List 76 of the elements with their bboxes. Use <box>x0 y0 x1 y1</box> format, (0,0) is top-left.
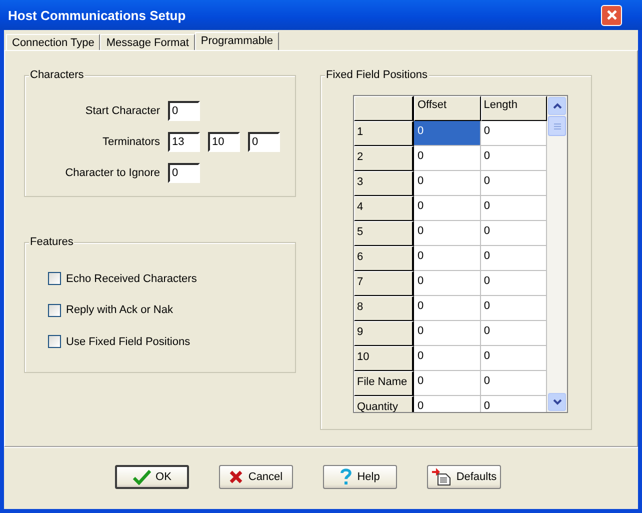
table-cell[interactable]: 0 <box>414 221 481 246</box>
checkbox[interactable] <box>48 304 61 317</box>
row-header: 8 <box>354 296 414 321</box>
table-cell[interactable]: 0 <box>414 246 481 271</box>
caret-up-icon <box>552 103 562 109</box>
help-icon <box>340 468 352 486</box>
dialog-button[interactable]: Cancel <box>219 464 293 488</box>
row-header: 7 <box>354 271 414 296</box>
tab[interactable]: Programmable <box>194 32 280 50</box>
table-cell[interactable]: 0 <box>480 146 548 171</box>
checkbox-label: Reply with Ack or Nak <box>66 304 173 316</box>
table-cell[interactable]: 0 <box>414 296 481 321</box>
scroll-thumb[interactable] <box>548 116 566 136</box>
scroll-up-button[interactable] <box>548 97 566 115</box>
column-header: Offset <box>414 96 481 121</box>
table-cell[interactable]: 0 <box>414 171 481 196</box>
row-header: 4 <box>354 196 414 221</box>
checkbox-label: Use Fixed Field Positions <box>66 336 190 348</box>
dialog-button[interactable]: OK <box>115 464 189 488</box>
column-header: Length <box>480 96 548 121</box>
table-cell[interactable]: 0 <box>414 346 481 371</box>
field-label: Character to Ignore <box>64 166 160 178</box>
checkmark-icon <box>132 468 151 484</box>
table-cell[interactable]: 0 <box>414 121 481 146</box>
row-header: 9 <box>354 321 414 346</box>
row-header: 3 <box>354 171 414 196</box>
table-cell[interactable]: 0 <box>480 221 548 246</box>
row-header: Quantity <box>354 396 414 412</box>
field-label: Start Character <box>84 104 160 116</box>
table-cell[interactable]: 0 <box>480 121 548 146</box>
caret-down-icon <box>552 399 562 405</box>
input-field[interactable]: 0 <box>168 100 200 120</box>
table-cell[interactable]: 0 <box>480 371 548 396</box>
table-cell[interactable]: 0 <box>414 371 481 396</box>
checkbox[interactable] <box>48 335 61 348</box>
document-arrow-icon <box>431 468 452 486</box>
table-cell[interactable]: 0 <box>480 296 548 321</box>
row-header: 2 <box>354 146 414 171</box>
table-cell[interactable]: 0 <box>480 171 548 196</box>
table-cell[interactable]: 0 <box>480 246 548 271</box>
row-header: File Name <box>354 371 414 396</box>
window-title: Host Communications Setup <box>8 8 186 22</box>
scroll-down-button[interactable] <box>548 393 566 411</box>
group-title: Fixed Field Positions <box>325 69 428 81</box>
close-button[interactable] <box>601 4 622 26</box>
dialog-button[interactable]: Help <box>323 464 397 488</box>
table-cell[interactable]: 0 <box>414 321 481 346</box>
table-cell[interactable]: 0 <box>414 271 481 296</box>
checkbox-label: Echo Received Characters <box>66 272 197 285</box>
grip-icon <box>554 122 561 130</box>
tab[interactable]: Connection Type <box>6 34 100 50</box>
table-cell[interactable]: 0 <box>414 396 481 412</box>
table-cell[interactable]: 0 <box>414 196 481 221</box>
row-header: 6 <box>354 246 414 271</box>
input-field[interactable]: 0 <box>248 132 280 152</box>
group-title: Features <box>29 236 74 248</box>
row-header: 1 <box>354 121 414 146</box>
tab[interactable]: Message Format <box>100 34 195 50</box>
table-cell[interactable]: 0 <box>480 396 548 412</box>
scrollbar[interactable] <box>547 96 567 412</box>
input-field[interactable]: 10 <box>208 132 240 152</box>
table-cell[interactable]: 0 <box>480 346 548 371</box>
input-field[interactable]: 0 <box>168 162 200 182</box>
checkbox[interactable] <box>48 272 61 286</box>
group-title: Characters <box>29 69 85 81</box>
close-icon <box>606 9 618 21</box>
row-header: 5 <box>354 221 414 246</box>
field-label: Terminators <box>102 136 160 148</box>
table-cell[interactable]: 0 <box>480 321 548 346</box>
row-header: 10 <box>354 346 414 371</box>
input-field[interactable]: 13 <box>168 132 200 152</box>
table-cell[interactable]: 0 <box>414 146 481 171</box>
dialog-button[interactable]: Defaults <box>427 464 501 488</box>
close-icon <box>229 470 244 484</box>
table-cell[interactable]: 0 <box>480 271 548 296</box>
table-cell[interactable]: 0 <box>480 196 548 221</box>
